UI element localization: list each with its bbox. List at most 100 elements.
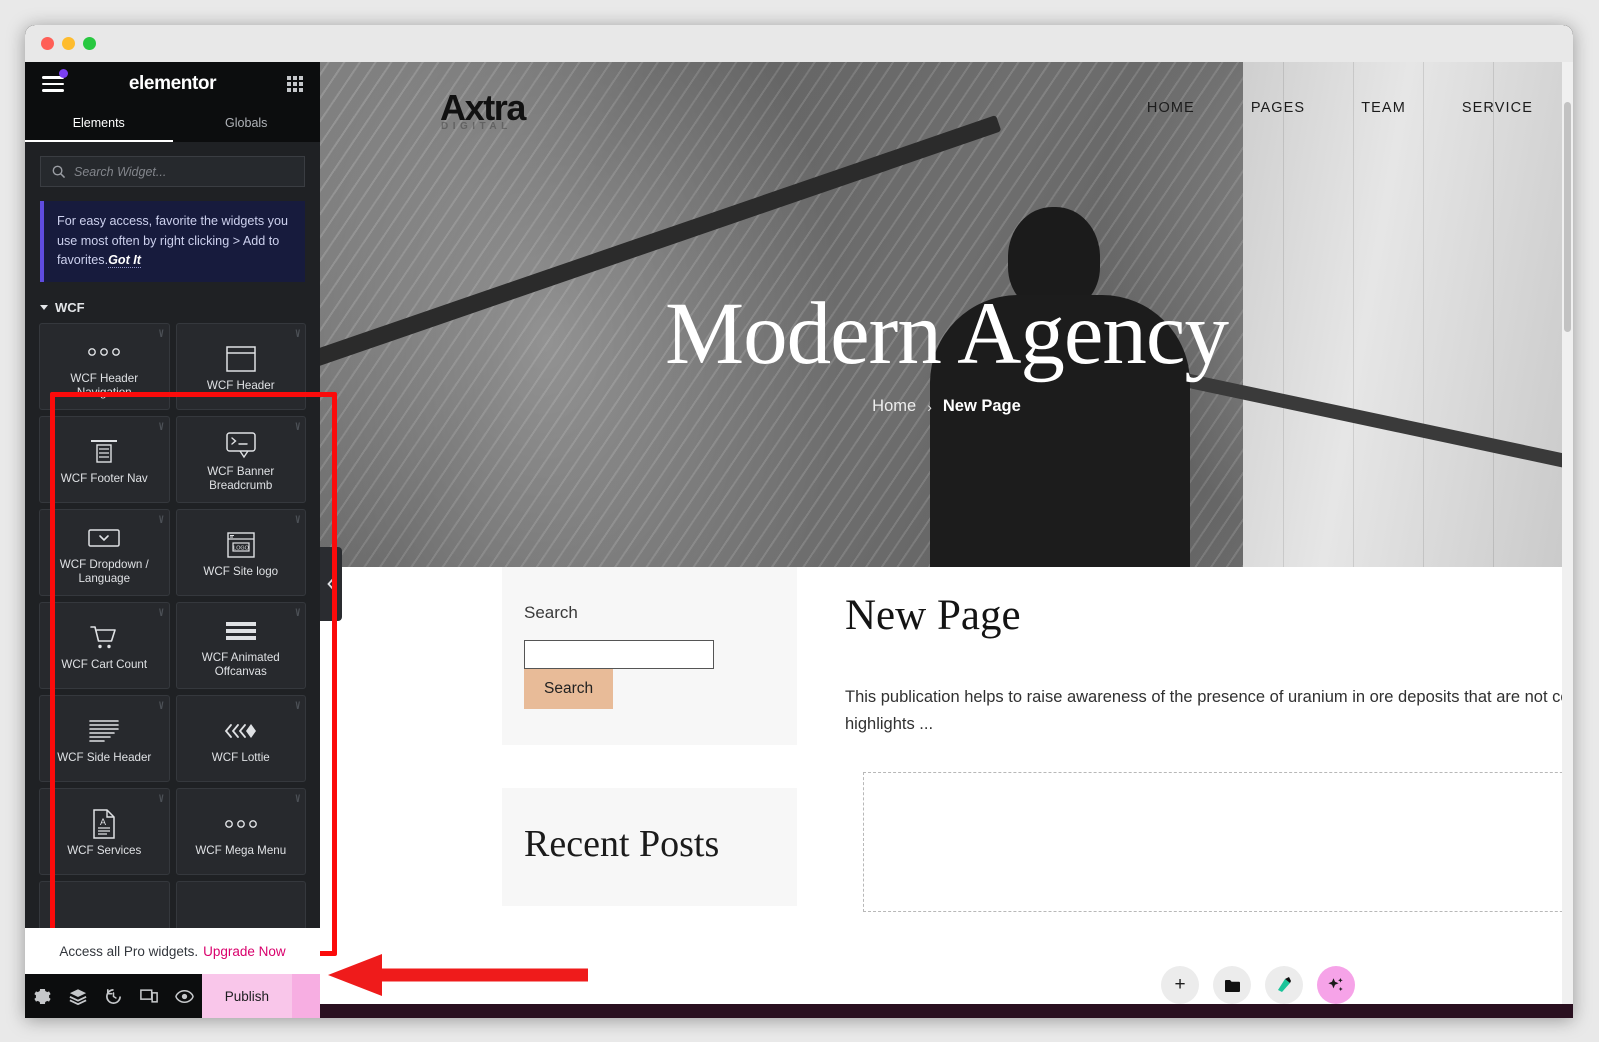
gear-icon[interactable]	[25, 974, 60, 1018]
panel-collapse-toggle[interactable]	[320, 547, 342, 621]
site-logo-icon: LOGO	[224, 525, 258, 565]
nav-item-home[interactable]: HOME	[1147, 100, 1195, 116]
pro-upsell-strip: Access all Pro widgets. Upgrade Now	[25, 928, 320, 974]
site-nav: HOME PAGES TEAM SERVICE	[1147, 100, 1533, 116]
recent-posts-title: Recent Posts	[524, 823, 720, 865]
breadcrumb-current: New Page	[942, 397, 1021, 415]
plus-icon[interactable]: +	[1161, 966, 1199, 1004]
notification-dot	[59, 69, 68, 79]
nav-item-service[interactable]: SERVICE	[1462, 100, 1533, 116]
tab-elements[interactable]: Elements	[25, 106, 173, 142]
browser-window: Axtra DIGITAL HOME PAGES TEAM SERVICE Mo…	[25, 25, 1573, 1018]
site-search-input[interactable]	[524, 640, 714, 669]
publish-button[interactable]: Publish	[202, 974, 292, 1018]
nav-item-pages[interactable]: PAGES	[1251, 100, 1305, 116]
category-header-wcf[interactable]: WCF	[40, 300, 305, 315]
pro-badge-icon: \/	[295, 328, 299, 340]
search-icon	[52, 165, 65, 178]
site-header: Axtra DIGITAL HOME PAGES TEAM SERVICE	[320, 62, 1573, 154]
widget-wcf-side-header[interactable]: \/ WCF Side Header	[39, 694, 170, 782]
widget-wcf-footer-nav[interactable]: \/ WCF Footer Nav	[39, 415, 170, 503]
widget-wcf-services[interactable]: \/ A WCF Services	[39, 787, 170, 875]
widget-label: WCF Mega Menu	[195, 844, 287, 858]
devices-icon[interactable]	[131, 974, 166, 1018]
favorites-notice: For easy access, favorite the widgets yo…	[40, 201, 305, 282]
window-titlebar	[25, 25, 1573, 62]
page-content: Search Search Recent Posts New Page This…	[320, 567, 1573, 1018]
close-window-button[interactable]	[41, 37, 54, 50]
search-input[interactable]	[74, 164, 293, 179]
recent-posts-widget: Recent Posts	[502, 788, 797, 906]
pro-badge-icon: \/	[295, 421, 299, 433]
widget-wcf-lottie[interactable]: \/ WCF Lottie	[175, 694, 306, 782]
folder-icon[interactable]	[1213, 966, 1251, 1004]
panel-header: elementor	[25, 62, 320, 106]
pro-badge-icon: \/	[158, 607, 163, 619]
pro-badge-icon: \/	[295, 607, 299, 619]
three-dots-icon	[221, 804, 261, 844]
eye-icon[interactable]	[167, 974, 202, 1018]
svg-text:A: A	[100, 817, 106, 827]
document-a-icon: A	[89, 804, 119, 844]
widget-wcf-dropdown-language[interactable]: \/ WCF Dropdown / Language	[39, 508, 170, 596]
widget-label: WCF Services	[67, 844, 142, 858]
footer-nav-icon	[88, 432, 120, 472]
widget-wcf-header-navigation[interactable]: \/ WCF Header Navigation	[39, 322, 170, 410]
pro-badge-icon: \/	[295, 514, 299, 526]
three-dots-icon	[84, 332, 124, 372]
widget-search-wrap	[25, 142, 320, 187]
favorites-notice-text: For easy access, favorite the widgets yo…	[57, 214, 288, 268]
page-main-column: New Page This publication helps to raise…	[845, 567, 1573, 912]
paint-icon[interactable]	[1265, 966, 1303, 1004]
breadcrumb-home-link[interactable]: Home	[872, 397, 916, 416]
widget-wcf-animated-offcanvas[interactable]: \/ WCF Animated Offcanvas	[175, 601, 306, 689]
shopping-cart-icon	[88, 618, 120, 658]
site-logo[interactable]: Axtra DIGITAL	[440, 87, 526, 132]
nav-item-team[interactable]: TEAM	[1361, 100, 1406, 116]
pro-badge-icon: \/	[158, 328, 163, 340]
hero-title: Modern Agency	[665, 285, 1229, 383]
page-paragraph: This publication helps to raise awarenes…	[845, 688, 1573, 733]
widget-label: WCF Dropdown / Language	[59, 558, 149, 586]
widget-label: WCF Cart Count	[61, 658, 148, 672]
arrow-annotation	[328, 954, 588, 996]
widget-wcf-site-logo[interactable]: \/ LOGO WCF Site logo	[175, 508, 306, 596]
sparkle-icon[interactable]	[1317, 966, 1355, 1004]
widget-label: WCF Banner Breadcrumb	[207, 465, 275, 493]
hamburger-bars-icon	[224, 611, 258, 651]
hamburger-icon[interactable]	[42, 69, 68, 92]
svg-text:LOGO: LOGO	[233, 546, 249, 552]
widget-search-box[interactable]	[40, 156, 305, 187]
lottie-chevrons-icon	[222, 711, 260, 751]
empty-drop-zone[interactable]	[863, 772, 1573, 912]
widget-label: WCF Header Navigation	[70, 372, 139, 400]
page-scrollbar[interactable]	[1562, 62, 1573, 1018]
window-box-icon	[225, 339, 257, 379]
widget-wcf-cart-count[interactable]: \/ WCF Cart Count	[39, 601, 170, 689]
widget-label: WCF Header	[206, 379, 275, 393]
widget-wcf-header[interactable]: \/ WCF Header	[175, 322, 306, 410]
got-it-link[interactable]: Got It	[108, 253, 141, 269]
history-clock-icon[interactable]	[96, 974, 131, 1018]
elementor-logo: elementor	[128, 73, 217, 94]
breadcrumb: Home › New Page	[320, 397, 1573, 416]
elementor-panel: elementor Elements Globals Search Widget…	[25, 62, 337, 1018]
layers-icon[interactable]	[60, 974, 95, 1018]
publish-options-button[interactable]	[291, 974, 320, 1018]
breadcrumb-separator-icon: ›	[927, 398, 932, 415]
widget-wcf-banner-breadcrumb[interactable]: \/ WCF Banner Breadcrumb	[175, 415, 306, 503]
minimize-window-button[interactable]	[62, 37, 75, 50]
apps-grid-icon[interactable]	[287, 76, 303, 92]
upgrade-now-link[interactable]: Upgrade Now	[203, 944, 286, 959]
widget-label: WCF Footer Nav	[60, 472, 148, 486]
widget-label: WCF Site logo	[203, 565, 279, 579]
site-search-button[interactable]: Search	[524, 669, 614, 709]
maximize-window-button[interactable]	[83, 37, 96, 50]
widget-wcf-mega-menu[interactable]: \/ WCF Mega Menu	[175, 787, 306, 875]
tab-globals[interactable]: Globals	[173, 106, 321, 142]
hero-banner: Axtra DIGITAL HOME PAGES TEAM SERVICE Mo…	[320, 62, 1573, 567]
banner-breadcrumb-icon	[224, 425, 258, 465]
widget-label: WCF Animated Offcanvas	[201, 651, 280, 679]
panel-tabs: Elements Globals	[25, 106, 320, 142]
chevron-left-icon	[327, 577, 335, 591]
